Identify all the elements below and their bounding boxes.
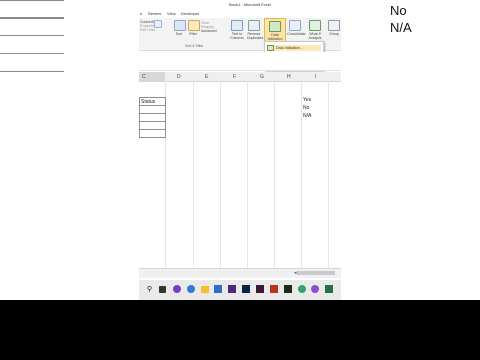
column-header-i[interactable]: I	[315, 74, 316, 80]
filter-options: Clear Reapply Advanced	[201, 21, 221, 33]
column-header-f[interactable]: F	[233, 74, 236, 80]
background-spreadsheet-fragment	[0, 0, 64, 72]
horizontal-scrollbar[interactable]: ◂	[139, 268, 341, 278]
title-bar: Book1 - Microsoft Excel	[139, 0, 341, 9]
filter-icon	[188, 20, 200, 31]
tab-developer[interactable]: Developer	[181, 11, 199, 16]
remove-duplicates-icon	[248, 20, 260, 31]
column-header-d[interactable]: D	[177, 74, 181, 80]
sort-filter-group-label: Sort & Filter	[185, 44, 204, 48]
sort-button[interactable]: Sort	[174, 20, 186, 36]
file-explorer-icon[interactable]	[201, 286, 209, 293]
data-validation-icon	[269, 21, 281, 32]
tab-review[interactable]: Review	[148, 11, 161, 16]
list-value-yes[interactable]: Yes	[303, 97, 311, 103]
app-icon-green[interactable]	[298, 285, 306, 293]
filter-button[interactable]: Filter	[188, 20, 200, 36]
task-view-icon[interactable]	[159, 286, 166, 293]
scrollbar-thumb[interactable]	[297, 271, 335, 275]
premiere-icon[interactable]	[228, 285, 236, 293]
cell-grid[interactable]	[139, 81, 341, 271]
sort-icon	[174, 20, 186, 31]
column-header-e[interactable]: E	[205, 74, 208, 80]
taskbar: ⚲	[139, 280, 341, 300]
ribbon-tabs: e Review View Developer	[139, 10, 341, 18]
powerpoint-icon[interactable]	[270, 285, 278, 293]
column-header-c[interactable]: C	[142, 74, 146, 80]
after-effects-icon[interactable]	[256, 285, 264, 293]
list-value-na[interactable]: N/A	[303, 113, 311, 119]
search-icon[interactable]: ⚲	[145, 285, 154, 295]
advanced-button[interactable]: Advanced	[201, 29, 221, 33]
text-to-columns-icon	[231, 20, 243, 31]
group-icon	[328, 20, 340, 31]
data-validation-icon	[267, 45, 274, 51]
overlay-text-no: No	[390, 3, 407, 18]
app-icon-purple[interactable]	[311, 285, 319, 293]
mail-icon[interactable]	[214, 285, 222, 293]
status-cell-4[interactable]	[139, 129, 166, 138]
tab-data[interactable]: e	[140, 11, 142, 16]
remove-duplicates-button[interactable]: Remove Duplicates	[247, 20, 263, 40]
what-if-icon	[309, 20, 321, 31]
text-to-columns-button[interactable]: Text to Columns	[230, 20, 244, 40]
consolidate-button[interactable]: Consolidate	[287, 20, 305, 36]
photoshop-icon[interactable]	[242, 285, 250, 293]
overlay-text-na: N/A	[390, 20, 412, 35]
edge-browser-icon[interactable]	[187, 285, 195, 293]
list-value-no[interactable]: No	[303, 105, 309, 111]
formula-bar-area	[139, 52, 341, 71]
excel-icon[interactable]	[325, 285, 333, 293]
what-if-analysis-button[interactable]: What-If Analysis	[307, 20, 323, 40]
excel-window: Book1 - Microsoft Excel e Review View De…	[139, 0, 341, 300]
data-validation-menu-item[interactable]: Data Validation...	[267, 45, 321, 51]
column-header-g[interactable]: G	[260, 74, 264, 80]
column-header-h[interactable]: H	[287, 74, 291, 80]
consolidate-icon	[289, 20, 301, 31]
sort-az-icon[interactable]	[153, 20, 163, 29]
chat-icon[interactable]	[173, 285, 181, 293]
group-button[interactable]: Group	[327, 20, 341, 36]
illustrator-icon[interactable]	[284, 285, 292, 293]
black-bottom-area	[0, 300, 480, 360]
tab-view[interactable]: View	[167, 11, 176, 16]
window-title: Book1 - Microsoft Excel	[229, 2, 272, 7]
